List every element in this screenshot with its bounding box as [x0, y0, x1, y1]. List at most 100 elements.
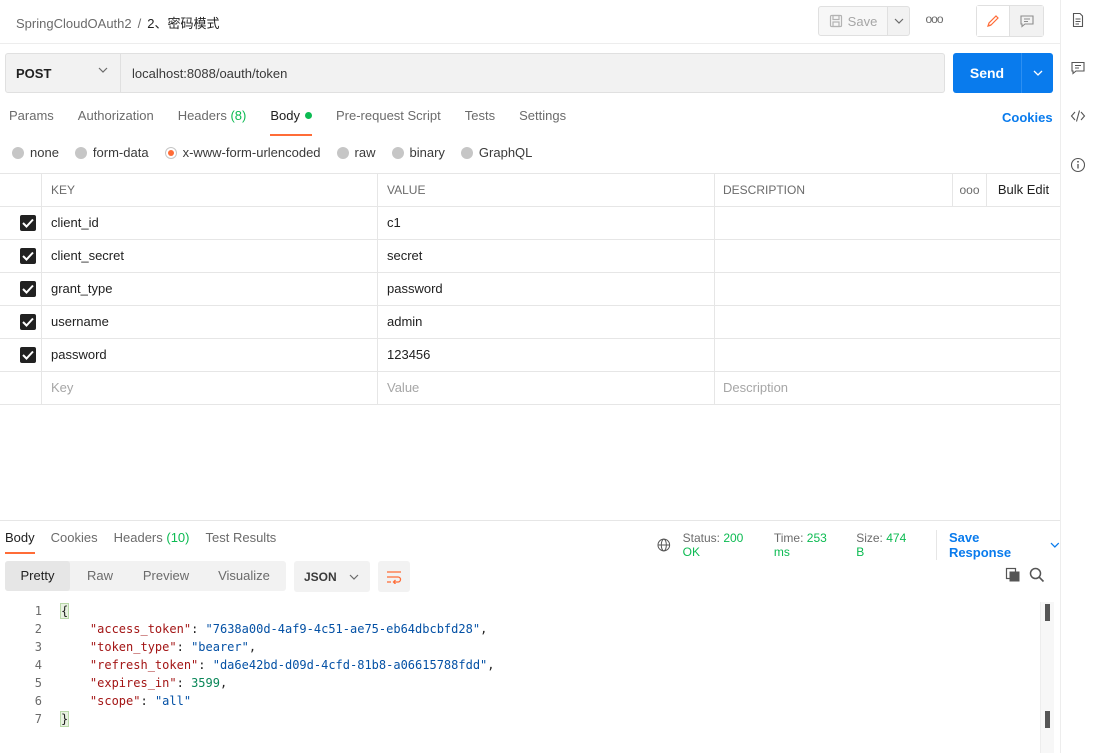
comments-mode-button[interactable]	[1010, 6, 1043, 36]
bulk-edit-button[interactable]: Bulk Edit	[987, 174, 1060, 207]
pencil-icon	[987, 15, 999, 27]
row-checkbox[interactable]	[20, 314, 36, 330]
url-input[interactable]: localhost:8088/oauth/token	[121, 53, 945, 93]
body-type-graphql[interactable]: GraphQL	[460, 145, 532, 160]
code-scrollbar[interactable]	[1040, 602, 1054, 753]
param-key[interactable]: client_id	[42, 207, 378, 240]
format-value: JSON	[304, 569, 337, 584]
row-checkbox[interactable]	[20, 215, 36, 231]
format-select[interactable]: JSON	[294, 561, 370, 592]
param-key[interactable]: client_secret	[42, 240, 378, 273]
param-value[interactable]: admin	[378, 306, 715, 339]
tab-headers[interactable]: Headers (8)	[178, 108, 247, 130]
body-type-form-data[interactable]: form-data	[74, 145, 149, 160]
info-icon[interactable]	[1070, 157, 1086, 173]
chevron-down-icon	[1050, 542, 1060, 548]
send-options-button[interactable]	[1021, 53, 1053, 93]
json-key: "token_type"	[89, 640, 177, 654]
response-tab-headers[interactable]: Headers (10)	[114, 530, 190, 545]
param-description[interactable]	[715, 306, 1060, 339]
code-snippet-icon[interactable]	[1070, 108, 1086, 124]
tab-settings[interactable]: Settings	[519, 108, 566, 130]
body-type-binary[interactable]: binary	[391, 145, 445, 160]
checkmark-icon	[22, 284, 34, 294]
response-tab-cookies[interactable]: Cookies	[51, 530, 98, 545]
response-tab-body[interactable]: Body	[5, 530, 35, 554]
code-line: 3 "token_type": "bearer",	[0, 638, 1040, 656]
param-description[interactable]	[715, 273, 1060, 306]
breadcrumb-separator: /	[137, 16, 142, 31]
tab-tests[interactable]: Tests	[465, 108, 495, 130]
chevron-down-icon	[1033, 70, 1042, 76]
param-key[interactable]: username	[42, 306, 378, 339]
table-row: grant_type password	[0, 273, 1060, 306]
tab-body[interactable]: Body	[270, 108, 312, 136]
view-preview[interactable]: Preview	[130, 561, 202, 591]
status-info: Status: 200 OK	[682, 531, 744, 559]
save-options-button[interactable]	[888, 6, 910, 36]
body-type-none[interactable]: none	[12, 145, 59, 160]
line-number: 2	[34, 622, 42, 636]
body-params-table: KEY VALUE DESCRIPTION ooo Bulk Edit clie…	[0, 173, 1060, 405]
cookies-link[interactable]: Cookies	[1002, 110, 1053, 125]
view-pretty[interactable]: Pretty	[5, 561, 70, 591]
param-value[interactable]: secret	[378, 240, 715, 273]
new-key-input[interactable]: Key	[42, 372, 378, 405]
method-select[interactable]: POST	[5, 53, 121, 93]
new-value-input[interactable]: Value	[378, 372, 715, 405]
checkmark-icon	[22, 218, 34, 228]
body-type-raw[interactable]: raw	[336, 145, 376, 160]
code-line: 6 "scope": "all"	[0, 692, 1040, 710]
tab-authorization[interactable]: Authorization	[78, 108, 154, 130]
save-icon	[829, 14, 842, 28]
table-header-row: KEY VALUE DESCRIPTION ooo Bulk Edit	[0, 174, 1060, 207]
request-tabs: Params Authorization Headers (8) Body Pr…	[9, 108, 566, 136]
row-checkbox[interactable]	[20, 281, 36, 297]
wrap-lines-button[interactable]	[378, 561, 410, 592]
tab-pre-request-script[interactable]: Pre-request Script	[336, 108, 441, 130]
column-header-key: KEY	[42, 174, 378, 207]
row-checkbox[interactable]	[20, 347, 36, 363]
param-value[interactable]: password	[378, 273, 715, 306]
view-raw[interactable]: Raw	[70, 561, 130, 591]
table-row: client_secret secret	[0, 240, 1060, 273]
radio-icon	[336, 146, 349, 159]
response-tab-test-results[interactable]: Test Results	[206, 530, 277, 545]
view-visualize[interactable]: Visualize	[202, 561, 286, 591]
more-actions-button[interactable]: ooo	[920, 12, 948, 30]
request-name[interactable]: 2、密码模式	[147, 16, 219, 31]
globe-icon[interactable]	[657, 538, 671, 552]
param-description[interactable]	[715, 240, 1060, 273]
radio-icon	[460, 146, 473, 159]
checkmark-icon	[22, 317, 34, 327]
search-icon[interactable]	[1029, 567, 1045, 586]
scrollbar-marker	[1045, 711, 1050, 728]
response-body-code[interactable]: 1 { 2 "access_token": "7638a00d-4af9-4c5…	[0, 602, 1040, 728]
param-key[interactable]: password	[42, 339, 378, 372]
copy-icon[interactable]	[1005, 567, 1021, 586]
table-more-button[interactable]: ooo	[953, 174, 987, 207]
response-headers-count: (10)	[166, 530, 190, 545]
view-mode-toggle	[976, 5, 1044, 37]
edit-mode-button[interactable]	[977, 6, 1011, 36]
comments-icon[interactable]	[1070, 60, 1086, 76]
body-indicator-dot	[304, 112, 312, 119]
param-description[interactable]	[715, 207, 1060, 240]
right-sidebar	[1060, 0, 1094, 753]
param-value[interactable]: c1	[378, 207, 715, 240]
param-description[interactable]	[715, 339, 1060, 372]
new-description-input[interactable]: Description	[715, 372, 1060, 405]
headers-count: (8)	[230, 108, 247, 123]
documentation-icon[interactable]	[1070, 12, 1086, 28]
scrollbar-marker	[1045, 604, 1050, 621]
save-response-button[interactable]: Save Response	[935, 530, 1060, 560]
send-button[interactable]: Send	[953, 53, 1021, 93]
line-number: 4	[34, 658, 42, 672]
param-key[interactable]: grant_type	[42, 273, 378, 306]
param-value[interactable]: 123456	[378, 339, 715, 372]
body-type-urlencoded[interactable]: x-www-form-urlencoded	[164, 145, 321, 160]
row-checkbox[interactable]	[20, 248, 36, 264]
breadcrumb-collection[interactable]: SpringCloudOAuth2	[16, 16, 132, 31]
tab-params[interactable]: Params	[9, 108, 54, 130]
save-button[interactable]: Save	[818, 6, 888, 36]
